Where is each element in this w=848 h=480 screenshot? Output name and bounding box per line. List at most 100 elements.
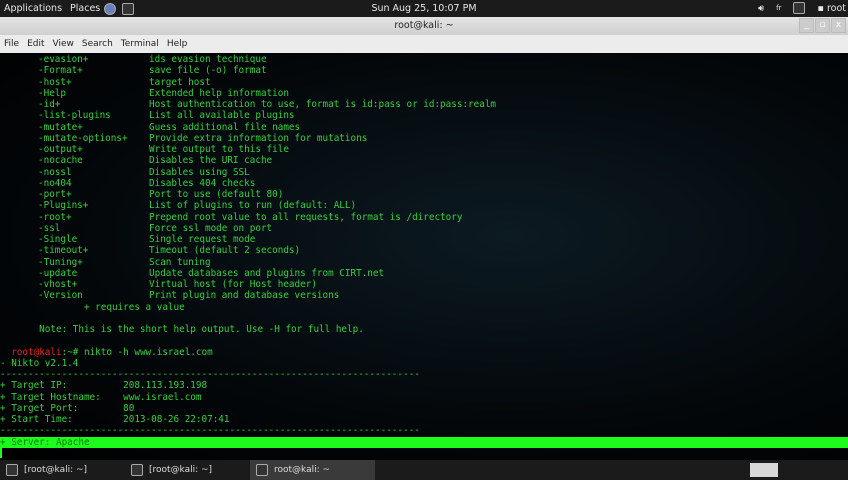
option-flag: -Help: [38, 87, 66, 99]
option-description: ids evasion technique: [149, 54, 267, 65]
option-flag: -port+: [38, 189, 72, 200]
maximize-button[interactable]: ▫: [815, 18, 830, 33]
menu-search[interactable]: Search: [78, 39, 117, 49]
taskbar: [root@kali: ~] [root@kali: ~] root@kali:…: [0, 460, 848, 480]
option-row: -list-plugins List all available plugins: [0, 110, 848, 121]
volume-icon[interactable]: 🔊︎: [758, 3, 764, 14]
separator: ----------------------------------------…: [0, 369, 420, 380]
option-description: Update databases and plugins from CIRT.n…: [149, 267, 385, 279]
menu-view[interactable]: View: [49, 39, 78, 49]
option-row: -port+ Port to use (default 80): [0, 189, 848, 200]
option-flag: -root+: [38, 211, 72, 223]
window-title: root@kali: ~: [394, 20, 454, 31]
terminal-icon: [131, 464, 143, 476]
server-line: + Server: Apache: [0, 436, 848, 448]
option-flag: -evasion+: [38, 54, 89, 65]
network-icon[interactable]: [793, 2, 806, 14]
option-description: Scan tuning: [149, 256, 211, 268]
task-terminal-3[interactable]: root@kali: ~: [250, 460, 375, 480]
option-flag: -ssl: [38, 222, 61, 234]
menu-edit[interactable]: Edit: [23, 39, 48, 49]
menu-help[interactable]: Help: [163, 39, 192, 49]
start-time: + Start Time: 2013-08-26 22:07:41: [0, 414, 230, 425]
option-description: Extended help information: [149, 87, 289, 99]
terminal-output[interactable]: -evasion+ ids evasion technique -Format+ sa…: [0, 53, 848, 460]
option-description: Disables the URI cache: [149, 155, 273, 167]
option-row: -Version Print plugin and database versio…: [0, 290, 848, 301]
option-flag: -Single: [38, 234, 78, 245]
option-row: -id+ Host authentication to use, format i…: [0, 99, 848, 110]
option-flag: -update: [38, 267, 78, 279]
option-description: List all available plugins: [149, 110, 295, 122]
top-panel: Applications Places Sun Aug 25, 10:07 PM…: [0, 0, 848, 17]
chat-icon: ▪: [817, 2, 827, 14]
option-row: -Format+ save file (-o) format: [0, 65, 848, 76]
option-row: -mutate-options+ Provide extra informatio…: [0, 133, 848, 144]
option-flag: -no404: [38, 177, 72, 189]
option-flag: -vhost+: [38, 279, 78, 290]
clock[interactable]: Sun Aug 25, 10:07 PM: [371, 3, 476, 14]
separator: ----------------------------------------…: [0, 425, 420, 437]
option-description: target host: [149, 76, 211, 88]
keyboard-layout[interactable]: fr: [776, 4, 781, 12]
option-row: -nossl Disables using SSL: [0, 167, 848, 178]
nikto-version: - Nikto v2.1.4: [0, 357, 79, 369]
option-row: -Help Extended help information: [0, 88, 848, 99]
target-port: + Target Port: 80: [0, 402, 135, 414]
minimize-button[interactable]: _: [799, 18, 814, 33]
option-flag: -output+: [38, 144, 83, 155]
option-description: Host authentication to use, format is id…: [149, 99, 497, 110]
close-button[interactable]: x: [831, 18, 846, 33]
applications-menu[interactable]: Applications: [0, 3, 66, 14]
browser-icon[interactable]: [104, 2, 117, 15]
task-terminal-1[interactable]: [root@kali: ~]: [0, 460, 125, 480]
option-row: -host+ target host: [0, 77, 848, 88]
option-description: Prepend root value to all requests, form…: [149, 211, 463, 223]
option-description: Guess additional file names: [149, 121, 301, 133]
option-row: -root+ Prepend root value to all requests…: [0, 212, 848, 223]
option-description: Write output to this file: [149, 144, 289, 155]
option-flag: -Tuning+: [38, 256, 83, 268]
option-row: -vhost+ Virtual host (for Host header): [0, 279, 848, 290]
option-description: Single request mode: [149, 234, 256, 245]
option-description: Port to use (default 80): [149, 189, 284, 200]
option-description: Disables 404 checks: [149, 177, 256, 189]
option-description: Disables using SSL: [149, 166, 250, 178]
option-flag: -Version: [38, 290, 83, 302]
option-description: Timeout (default 2 seconds): [149, 245, 301, 257]
option-row: -Tuning+ Scan tuning: [0, 257, 848, 268]
option-row: -Plugins+ List of plugins to run (default…: [0, 200, 848, 211]
option-row: -evasion+ ids evasion technique: [0, 54, 848, 65]
menu-bar: File Edit View Search Terminal Help: [0, 35, 848, 53]
option-description: save file (-o) format: [149, 65, 267, 77]
target-hostname: + Target Hostname: www.israel.com: [0, 391, 202, 403]
target-ip: + Target IP: 208.113.193.198: [0, 380, 208, 392]
option-flag: -id+: [38, 99, 61, 110]
task-terminal-2[interactable]: [root@kali: ~]: [125, 460, 250, 480]
option-row: -ssl Force ssl mode on port: [0, 223, 848, 234]
user-menu[interactable]: ▪ root: [817, 3, 846, 14]
menu-terminal[interactable]: Terminal: [117, 39, 163, 49]
menu-file[interactable]: File: [0, 39, 23, 49]
places-menu[interactable]: Places: [66, 3, 104, 14]
options-list: -evasion+ ids evasion technique -Format+ sa…: [0, 54, 848, 302]
note-line: Note: This is the short help output. Use…: [0, 324, 364, 335]
option-row: -timeout+ Timeout (default 2 seconds): [0, 245, 848, 256]
option-row: -mutate+ Guess additional file names: [0, 122, 848, 133]
cursor: [0, 447, 2, 458]
option-flag: -list-plugins: [38, 110, 111, 122]
command: nikto -h www.israel.com: [83, 346, 213, 358]
option-flag: -nossl: [38, 166, 72, 178]
option-description: Virtual host (for Host header): [149, 279, 317, 290]
terminal-launcher-icon[interactable]: [122, 2, 135, 15]
workspace-switcher[interactable]: [750, 463, 778, 477]
option-flag: -mutate+: [38, 121, 83, 133]
option-row: -output+ Write output to this file: [0, 144, 848, 155]
option-flag: -timeout+: [38, 245, 89, 257]
option-row: -Single Single request mode: [0, 234, 848, 245]
cursor-line: [0, 447, 848, 459]
option-flag: -host+: [38, 76, 72, 88]
prompt-line: root@kali:~# nikto -h www.israel.com: [11, 346, 213, 358]
option-description: Print plugin and database versions: [149, 290, 340, 302]
requires-line: + requires a value: [0, 301, 185, 313]
